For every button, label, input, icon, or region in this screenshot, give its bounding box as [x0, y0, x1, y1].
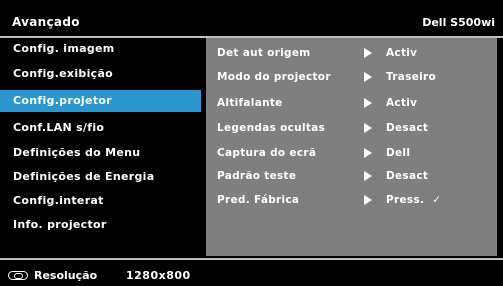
setting-label: Modo do projector	[217, 71, 331, 83]
setting-value: Activ	[386, 97, 418, 109]
setting-value: Press. ✓	[386, 189, 441, 211]
setting-label: Legendas ocultas	[217, 122, 326, 134]
resolution-label: Resolução	[34, 269, 98, 282]
projector-model: Dell S500wi	[422, 16, 495, 29]
sidebar-menu: Config. imagem Config.exibição Config.pr…	[0, 38, 207, 258]
triangle-right-icon	[364, 195, 372, 205]
sidebar-item-config-interat[interactable]: Config.interat	[0, 190, 201, 212]
setting-value: Traseiro	[386, 71, 437, 83]
setting-value: Desact	[386, 122, 429, 134]
sidebar-item-config-imagem[interactable]: Config. imagem	[0, 38, 201, 60]
sidebar-item-conf-lan-sem-fio[interactable]: Conf.LAN s/fio	[0, 117, 201, 139]
sidebar-item-info-projector[interactable]: Info. projector	[0, 214, 201, 236]
checkmark-icon: ✓	[432, 194, 442, 206]
setting-label: Det aut origem	[217, 47, 311, 59]
sidebar-item-config-exibicao[interactable]: Config.exibição	[0, 63, 201, 85]
setting-row-legendas-ocultas[interactable]: Legendas ocultas Desact	[206, 117, 497, 139]
triangle-right-icon	[364, 72, 372, 82]
remote-control-icon	[8, 271, 28, 280]
setting-value: Desact	[386, 170, 429, 182]
triangle-right-icon	[364, 48, 372, 58]
setting-row-altifalante[interactable]: Altifalante Activ	[206, 92, 497, 114]
setting-row-det-aut-origem[interactable]: Det aut origem Activ	[206, 42, 497, 64]
sidebar-item-config-projetor[interactable]: Config.projetor	[0, 90, 201, 112]
menu-title: Avançado	[12, 15, 80, 29]
status-bar: Resolução 1280x800	[0, 258, 503, 286]
setting-row-pred-fabrica[interactable]: Pred. Fábrica Press. ✓	[206, 189, 497, 211]
setting-label: Captura do ecrã	[217, 147, 317, 159]
triangle-right-icon	[364, 148, 372, 158]
sidebar-item-definicoes-menu[interactable]: Definições do Menu	[0, 142, 201, 164]
setting-value: Activ	[386, 47, 418, 59]
triangle-right-icon	[364, 171, 372, 181]
setting-value: Dell	[386, 147, 411, 159]
setting-row-modo-do-projector[interactable]: Modo do projector Traseiro	[206, 66, 497, 88]
setting-label: Pred. Fábrica	[217, 194, 300, 206]
setting-row-captura-do-ecra[interactable]: Captura do ecrã Dell	[206, 142, 497, 164]
footer-divider	[0, 258, 503, 260]
setting-label: Altifalante	[217, 97, 283, 109]
resolution-value: 1280x800	[126, 269, 191, 282]
setting-value-text: Press.	[386, 194, 425, 206]
triangle-right-icon	[364, 98, 372, 108]
setting-label: Padrão teste	[217, 170, 297, 182]
sidebar-item-definicoes-energia[interactable]: Definições de Energia	[0, 166, 201, 188]
triangle-right-icon	[364, 123, 372, 133]
settings-panel: Det aut origem Activ Modo do projector T…	[206, 38, 497, 256]
setting-row-padrao-teste[interactable]: Padrão teste Desact	[206, 165, 497, 187]
